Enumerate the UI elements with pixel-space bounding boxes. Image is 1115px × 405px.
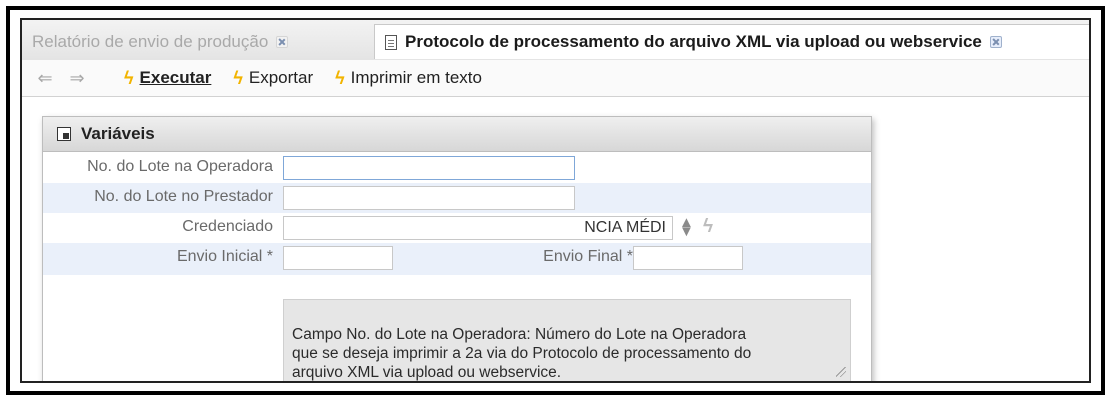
help-text-area[interactable]: Campo No. do Lote na Operadora: Número d… — [283, 299, 851, 381]
tab-label: Relatório de envio de produção — [32, 31, 269, 51]
panel-title: Variáveis — [81, 124, 155, 143]
lote-prestador-label: No. do Lote no Prestador — [94, 188, 273, 205]
close-icon[interactable] — [989, 36, 1002, 48]
exportar-button[interactable]: ϟ Exportar — [233, 68, 313, 89]
back-arrow-icon[interactable]: ⇐ — [32, 68, 58, 89]
close-icon[interactable] — [276, 35, 289, 48]
lote-operadora-input[interactable] — [283, 156, 575, 180]
tab-relatorio-envio[interactable]: Relatório de envio de produção — [22, 24, 370, 59]
envio-final-label: Envio Final * — [543, 248, 633, 265]
credenciado-value: NCIA MÉDI — [584, 219, 666, 236]
lote-operadora-label: No. do Lote na Operadora — [87, 158, 273, 175]
envio-inicial-label: Envio Inicial * — [176, 248, 273, 265]
resize-grip-icon[interactable] — [836, 367, 846, 377]
credenciado-label: Credenciado — [182, 218, 273, 235]
credenciado-field[interactable]: NCIA MÉDI — [283, 216, 673, 240]
variables-panel: Variáveis No. do Lote na Operadora No. d… — [42, 116, 872, 381]
lote-prestador-input[interactable] — [283, 186, 575, 210]
app-window: Relatório de envio de produção Protocolo… — [20, 18, 1091, 383]
lightning-icon: ϟ — [335, 67, 345, 88]
imprimir-texto-button[interactable]: ϟ Imprimir em texto — [335, 68, 482, 89]
document-icon — [385, 34, 397, 50]
envio-inicial-input[interactable] — [283, 246, 393, 270]
toolbar: ⇐ ⇒ ϟ Executar ϟ Exportar ϟ Imprimir em … — [22, 60, 1089, 97]
tab-label: Protocolo de processamento do arquivo XM… — [405, 32, 982, 51]
lightning-icon[interactable]: ϟ — [703, 216, 713, 238]
envio-final-input[interactable] — [633, 246, 743, 270]
lightning-icon: ϟ — [233, 67, 243, 88]
exportar-label: Exportar — [248, 68, 314, 87]
executar-button[interactable]: ϟ Executar — [124, 68, 211, 89]
screenshot-frame: Relatório de envio de produção Protocolo… — [6, 6, 1105, 395]
lightning-icon: ϟ — [124, 67, 134, 88]
collapse-icon[interactable] — [57, 127, 71, 141]
forward-arrow-icon[interactable]: ⇒ — [64, 68, 90, 89]
envio-row: Envio Inicial * Envio Final * — [43, 243, 871, 275]
panel-header[interactable]: Variáveis — [43, 117, 871, 152]
lote-prestador-row: No. do Lote no Prestador — [43, 183, 871, 213]
imprimir-texto-label: Imprimir em texto — [350, 68, 482, 87]
executar-label: Executar — [139, 68, 212, 87]
spinner-icon[interactable]: ▲ ▼ — [679, 215, 694, 239]
lote-operadora-row: No. do Lote na Operadora — [43, 153, 871, 183]
help-text: Campo No. do Lote na Operadora: Número d… — [292, 326, 752, 381]
tab-bar: Relatório de envio de produção Protocolo… — [22, 20, 1089, 61]
tab-protocolo-processamento[interactable]: Protocolo de processamento do arquivo XM… — [374, 24, 1089, 59]
credenciado-row: Credenciado NCIA MÉDI ▲ ▼ ϟ — [43, 213, 871, 243]
